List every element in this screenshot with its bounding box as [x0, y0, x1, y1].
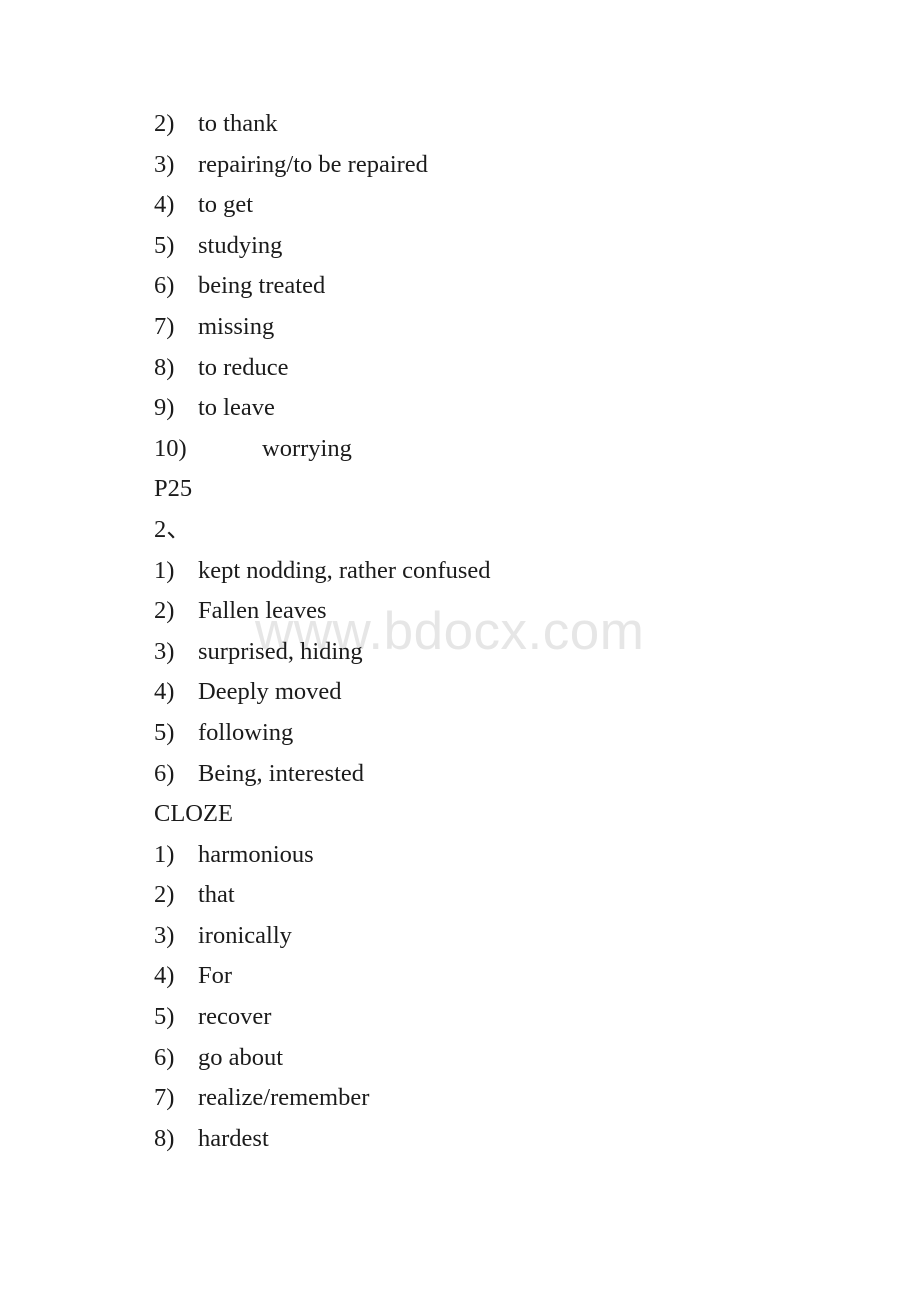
list-item: 1) harmonious — [0, 835, 920, 876]
list-item-row: 5) recover — [0, 997, 920, 1038]
list-item-answer: following — [198, 718, 294, 746]
list-item: 3) surprised, hiding — [0, 632, 920, 673]
list-item-answer: kept nodding, rather confused — [198, 556, 491, 584]
list-item-number: 5) — [154, 1003, 175, 1031]
list-item-answer: harmonious — [198, 840, 314, 868]
list-item-row: 5) studying — [0, 226, 920, 267]
list-item: 3) repairing/to be repaired — [0, 145, 920, 186]
list-item-row: 3) surprised, hiding — [0, 632, 920, 673]
list-item-row: 1) kept nodding, rather confused — [0, 551, 920, 592]
list-item-number: 2) — [154, 110, 175, 137]
list-item-row: 10) worrying — [0, 429, 920, 470]
list-item-answer: recover — [198, 1003, 272, 1031]
list-item-number: 5) — [154, 718, 175, 746]
list-item: 1) kept nodding, rather confused — [0, 551, 920, 592]
list-item-row: 2) to thank — [0, 104, 920, 145]
list-item: 4) Deeply moved — [0, 672, 920, 713]
list-item-answer: For — [198, 962, 233, 990]
list-item: 8) to reduce — [0, 348, 920, 389]
list-item-answer: Deeply moved — [198, 678, 342, 706]
list-item: 7) missing — [0, 307, 920, 348]
list-item-row: 8) hardest — [0, 1119, 920, 1160]
list-item-number: 10) — [154, 434, 187, 462]
list-item-number: 8) — [154, 1124, 175, 1152]
list-item-answer: to leave — [198, 394, 275, 422]
list-item-answer: worrying — [262, 434, 352, 462]
list-item-row: 5) following — [0, 713, 920, 754]
list-item-row: 4) For — [0, 956, 920, 997]
list-item-number: 1) — [154, 840, 175, 868]
list-item: 7) realize/remember — [0, 1078, 920, 1119]
section-label: 2、 — [154, 515, 191, 543]
list-item: 10) worrying — [0, 429, 920, 470]
list-item-number: 1) — [154, 556, 175, 584]
list-item-answer: to get — [198, 191, 254, 219]
list-item-number: 9) — [154, 394, 175, 422]
list-item-answer: being treated — [198, 272, 326, 300]
list-item-number: 6) — [154, 759, 175, 787]
section-label: P25 — [154, 475, 193, 503]
list-item-number: 7) — [154, 312, 175, 340]
list-item: 2) that — [0, 875, 920, 916]
list-item-number: 4) — [154, 678, 175, 706]
list-item-row: 2) that — [0, 875, 920, 916]
list-item: 6) go about — [0, 1038, 920, 1079]
list-item-answer: go about — [198, 1043, 284, 1071]
list-item-answer: studying — [198, 231, 283, 259]
list-item-number: 5) — [154, 231, 175, 259]
list-item-number: 3) — [154, 637, 175, 665]
list-item-row: 3) ironically — [0, 916, 920, 957]
list-item-answer: to reduce — [198, 353, 289, 381]
list-item: 2) to thank — [0, 104, 920, 145]
list-item-row: 4) Deeply moved — [0, 672, 920, 713]
list-item: 6) Being, interested — [0, 754, 920, 795]
list-item-number: 6) — [154, 272, 175, 300]
list-item-answer: hardest — [198, 1124, 269, 1152]
list-item: 8) hardest — [0, 1119, 920, 1160]
list-item-answer: realize/remember — [198, 1084, 370, 1112]
list-item-row: 6) Being, interested — [0, 754, 920, 795]
list-item-number: 4) — [154, 962, 175, 990]
list-item-row: 7) realize/remember — [0, 1078, 920, 1119]
list-item: 4) to get — [0, 185, 920, 226]
section-label: CLOZE — [154, 800, 233, 828]
list-item-row: 1) harmonious — [0, 835, 920, 876]
list-item: 6) being treated — [0, 266, 920, 307]
list-item-row: 6) being treated — [0, 266, 920, 307]
list-item: 4) For — [0, 956, 920, 997]
list-item-number: 3) — [154, 921, 175, 949]
list-item: 3) ironically — [0, 916, 920, 957]
list-item-row: 7) missing — [0, 307, 920, 348]
list-item-number: 6) — [154, 1043, 175, 1071]
list-item-answer: ironically — [198, 921, 292, 949]
document-body: 2) to thank 3) repairing/to be repaired 4) to… — [0, 0, 920, 1159]
list-item-row: 6) go about — [0, 1038, 920, 1079]
list-item-answer: surprised, hiding — [198, 637, 363, 665]
list-item-answer: that — [198, 881, 235, 909]
list-item-row: 9) to leave — [0, 388, 920, 429]
list-item-number: 4) — [154, 191, 175, 219]
list-item-row: 4) to get — [0, 185, 920, 226]
list-item-row: 3) repairing/to be repaired — [0, 145, 920, 186]
list-item-answer: repairing/to be repaired — [198, 150, 428, 178]
list-item-number: 3) — [154, 150, 175, 178]
list-item-number: 2) — [154, 881, 175, 909]
list-item-answer: Being, interested — [198, 759, 365, 787]
list-item: 5) recover — [0, 997, 920, 1038]
list-item-answer: Fallen leaves — [198, 597, 327, 625]
list-item: 5) following — [0, 713, 920, 754]
list-item-number: 7) — [154, 1084, 175, 1112]
list-item: 2) Fallen leaves — [0, 591, 920, 632]
document-page: www.bdocx.com 2) to thank 3) repairing/to b… — [0, 0, 920, 1302]
list-item-row: 2) Fallen leaves — [0, 591, 920, 632]
list-item: 9) to leave — [0, 388, 920, 429]
list-item-row: 8) to reduce — [0, 348, 920, 389]
list-item-number: 8) — [154, 353, 175, 381]
list-item: 5) studying — [0, 226, 920, 267]
list-item-answer: to thank — [198, 110, 278, 137]
list-item-answer: missing — [198, 312, 275, 340]
list-item-number: 2) — [154, 597, 175, 625]
